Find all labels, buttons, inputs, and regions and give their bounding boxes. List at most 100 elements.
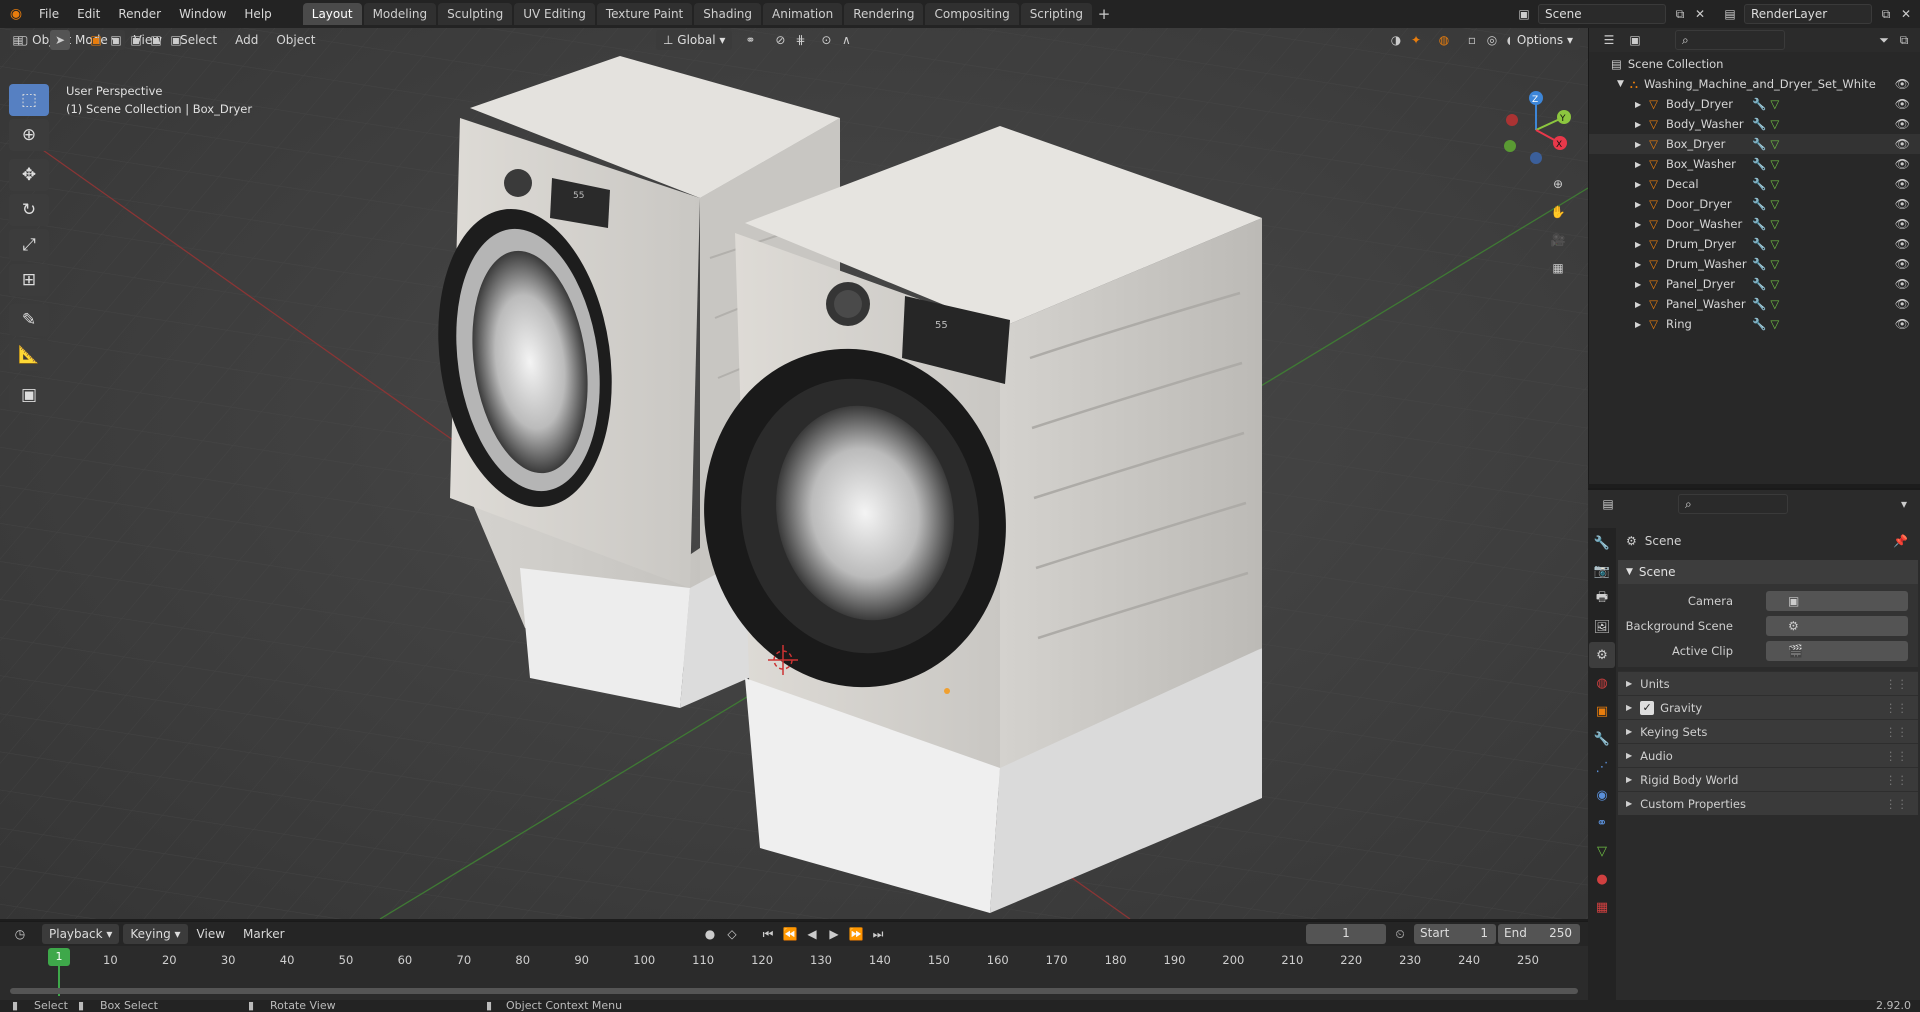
tab-shading[interactable]: Shading <box>694 3 761 25</box>
delete-scene-icon[interactable]: ✕ <box>1690 4 1710 24</box>
pin-icon[interactable]: 📌 <box>1893 534 1908 548</box>
expand-arrow-icon[interactable]: ▶ <box>1635 120 1641 129</box>
eye-icon[interactable]: 👁 <box>1895 237 1910 251</box>
select-mode-invert-icon[interactable]: ▣ <box>146 30 166 50</box>
outliner-collection[interactable]: ▼ ⛬ Washing_Machine_and_Dryer_Set_White … <box>1589 74 1920 94</box>
camera-view-icon[interactable]: 🎥 <box>1548 230 1568 250</box>
new-view-layer-icon[interactable]: ⧉ <box>1876 4 1896 24</box>
eye-icon[interactable]: 👁 <box>1895 97 1910 111</box>
tab-layout[interactable]: Layout <box>302 3 362 25</box>
new-scene-icon[interactable]: ⧉ <box>1670 4 1690 24</box>
expand-arrow-icon[interactable]: ▶ <box>1635 160 1641 169</box>
zoom-icon[interactable]: ⊕ <box>1548 174 1568 194</box>
menu-file[interactable]: File <box>30 7 68 21</box>
subpanel-header[interactable]: ▶ Custom Properties ⋮⋮ <box>1618 791 1918 815</box>
expand-arrow-icon[interactable]: ▶ <box>1635 320 1641 329</box>
properties-editor-type-icon[interactable]: ▤ <box>1598 494 1618 514</box>
display-mode-icon[interactable]: ▣ <box>1625 30 1645 50</box>
properties-options-icon[interactable]: ▾ <box>1894 494 1914 514</box>
options-dropdown[interactable]: Options ▾ <box>1509 30 1580 50</box>
subpanel-header[interactable]: ▶ Rigid Body World ⋮⋮ <box>1618 767 1918 791</box>
playhead-marker[interactable]: 1 <box>48 948 70 966</box>
scene-name-field[interactable]: Scene <box>1538 4 1666 24</box>
expand-arrow-icon[interactable]: ▶ <box>1635 180 1641 189</box>
expand-arrow-icon[interactable]: ▶ <box>1635 300 1641 309</box>
menu-help[interactable]: Help <box>235 7 280 21</box>
background-scene-field[interactable]: ⚙ <box>1766 615 1908 636</box>
tab-uv-editing[interactable]: UV Editing <box>514 3 595 25</box>
outliner-object-row[interactable]: ▶ ▽ Box_Dryer 🔧 ▽ 👁 <box>1589 134 1920 154</box>
expand-arrow-icon[interactable]: ▶ <box>1635 140 1641 149</box>
drag-handle-icon[interactable]: ⋮⋮ <box>1885 677 1908 691</box>
rotate-tool[interactable]: ↻ <box>9 194 49 226</box>
outliner-object-row[interactable]: ▶ ▽ Body_Washer 🔧 ▽ 👁 <box>1589 114 1920 134</box>
view-layer-browse-icon[interactable]: ▤ <box>1720 4 1740 24</box>
tab-modeling[interactable]: Modeling <box>363 3 437 25</box>
active-clip-field[interactable]: 🎬 <box>1766 640 1908 661</box>
outliner-object-row[interactable]: ▶ ▽ Panel_Washer 🔧 ▽ 👁 <box>1589 294 1920 314</box>
select-mode-intersect-icon[interactable]: ▣ <box>166 30 186 50</box>
particles-tab-icon[interactable]: ⋰ <box>1589 754 1615 780</box>
tool-tab-icon[interactable]: 🔧 <box>1589 530 1615 556</box>
add-workspace-button[interactable]: + <box>1094 4 1114 24</box>
dryer-model[interactable]: 55 <box>673 126 1262 913</box>
expand-arrow-icon[interactable]: ▶ <box>1635 260 1641 269</box>
subpanel-header[interactable]: ▶ ✓ Gravity ⋮⋮ <box>1618 695 1918 719</box>
outliner-object-row[interactable]: ▶ ▽ Body_Dryer 🔧 ▽ 👁 <box>1589 94 1920 114</box>
object-tab-icon[interactable]: ▣ <box>1589 698 1615 724</box>
ortho-grid-icon[interactable]: ▦ <box>1548 258 1568 278</box>
select-mode-extend-icon[interactable]: ▣ <box>106 30 126 50</box>
camera-field[interactable]: ▣ <box>1766 590 1908 611</box>
render-tab-icon[interactable]: 📷 <box>1589 558 1615 584</box>
transform-orientation-dropdown[interactable]: ⊥ Global ▾ <box>656 30 733 50</box>
menu-edit[interactable]: Edit <box>68 7 109 21</box>
annotate-tool[interactable]: ✎ <box>9 304 49 336</box>
outliner-object-row[interactable]: ▶ ▽ Door_Dryer 🔧 ▽ 👁 <box>1589 194 1920 214</box>
drag-handle-icon[interactable]: ⋮⋮ <box>1885 701 1908 715</box>
outliner-object-row[interactable]: ▶ ▽ Ring 🔧 ▽ 👁 <box>1589 314 1920 334</box>
eye-icon[interactable]: 👁 <box>1895 197 1910 211</box>
delete-view-layer-icon[interactable]: ✕ <box>1896 4 1916 24</box>
texture-tab-icon[interactable]: ▦ <box>1589 894 1615 920</box>
scene-panel-header[interactable]: ▼ Scene <box>1618 560 1918 584</box>
eye-icon[interactable]: 👁 <box>1895 317 1910 331</box>
pan-hand-icon[interactable]: ✋ <box>1548 202 1568 222</box>
outliner-object-row[interactable]: ▶ ▽ Drum_Dryer 🔧 ▽ 👁 <box>1589 234 1920 254</box>
gravity-checkbox[interactable]: ✓ <box>1640 700 1655 715</box>
proportional-edit-icon[interactable]: ⊙ <box>816 30 836 50</box>
blender-logo-icon[interactable]: ◉ <box>6 4 26 24</box>
scale-tool[interactable]: ⤢ <box>9 229 49 261</box>
constraints-tab-icon[interactable]: ⚭ <box>1589 810 1615 836</box>
tab-rendering[interactable]: Rendering <box>844 3 924 25</box>
scene-browse-icon[interactable]: ▣ <box>1514 4 1534 24</box>
drag-handle-icon[interactable]: ⋮⋮ <box>1885 749 1908 763</box>
expand-arrow-icon[interactable]: ▶ <box>1635 220 1641 229</box>
material-tab-icon[interactable]: ● <box>1589 866 1615 892</box>
subpanel-header[interactable]: ▶ Keying Sets ⋮⋮ <box>1618 719 1918 743</box>
outliner-object-row[interactable]: ▶ ▽ Decal 🔧 ▽ 👁 <box>1589 174 1920 194</box>
modifier-tab-icon[interactable]: 🔧 <box>1589 726 1615 752</box>
outliner-object-row[interactable]: ▶ ▽ Drum_Washer 🔧 ▽ 👁 <box>1589 254 1920 274</box>
select-box-tool[interactable]: ⬚ <box>9 84 49 116</box>
navigation-gizmo[interactable]: Z Y X <box>1498 88 1578 168</box>
outliner-root[interactable]: ▤ Scene Collection <box>1589 54 1920 74</box>
transform-tool[interactable]: ⊞ <box>9 264 49 296</box>
cursor-tool[interactable]: ⊕ <box>9 119 49 151</box>
select-mode-subtract-icon[interactable]: ▣ <box>126 30 146 50</box>
eye-icon[interactable]: 👁 <box>1895 297 1910 311</box>
outliner-search-input[interactable]: ⌕ <box>1675 30 1785 50</box>
timeline-scrollbar[interactable] <box>10 988 1578 994</box>
menu-window[interactable]: Window <box>170 7 235 21</box>
drag-handle-icon[interactable]: ⋮⋮ <box>1885 797 1908 811</box>
snap-icon[interactable]: ⊘ <box>770 30 790 50</box>
filter-icon[interactable]: ⏷ <box>1874 30 1894 50</box>
outliner-editor-type-icon[interactable]: ☰ <box>1599 30 1619 50</box>
properties-search-input[interactable]: ⌕ <box>1678 494 1788 514</box>
menu-render[interactable]: Render <box>109 7 170 21</box>
drag-handle-icon[interactable]: ⋮⋮ <box>1885 725 1908 739</box>
eye-icon[interactable]: 👁 <box>1895 177 1910 191</box>
new-collection-icon[interactable]: ⧉ <box>1894 30 1914 50</box>
tab-animation[interactable]: Animation <box>763 3 843 25</box>
view-layer-field[interactable]: RenderLayer <box>1744 4 1872 24</box>
select-mode-new-icon[interactable]: ▣ <box>86 30 106 50</box>
